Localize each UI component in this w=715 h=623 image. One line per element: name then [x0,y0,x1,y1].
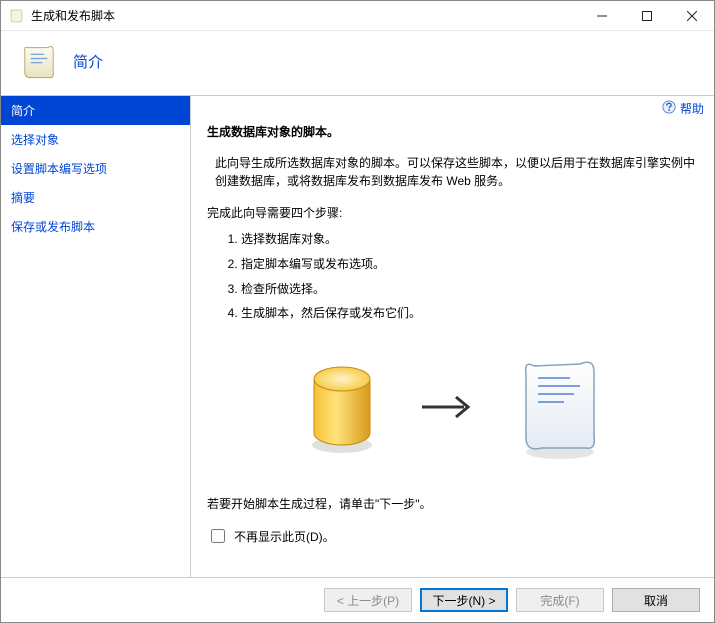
step-item: 指定脚本编写或发布选项。 [241,256,698,273]
wizard-header: 简介 [1,31,714,95]
intro-paragraph: 此向导生成所选数据库对象的脚本。可以保存这些脚本，以便以后用于在数据库引擎实例中… [215,154,698,190]
dont-show-again-input[interactable] [211,529,225,543]
database-icon [302,357,382,460]
minimize-button[interactable] [579,1,624,31]
cancel-button[interactable]: 取消 [612,588,700,612]
steps-heading: 完成此向导需要四个步骤: [207,204,698,221]
wizard-body: 简介 选择对象 设置脚本编写选项 摘要 保存或发布脚本 帮助 [1,95,714,577]
maximize-button[interactable] [624,1,669,31]
checkbox-label: 不再显示此页(D)。 [234,528,335,545]
step-item: 选择数据库对象。 [241,231,698,248]
step-item: 生成脚本，然后保存或发布它们。 [241,305,698,322]
step-item: 检查所做选择。 [241,281,698,298]
sidebar-item-set-options[interactable]: 设置脚本编写选项 [1,154,190,183]
wizard-steps-sidebar: 简介 选择对象 设置脚本编写选项 摘要 保存或发布脚本 [1,96,191,577]
title-bar: 生成和发布脚本 [1,1,714,31]
content-title: 生成数据库对象的脚本。 [207,123,698,140]
next-button[interactable]: 下一步(N) > [420,588,508,612]
window-title: 生成和发布脚本 [31,7,579,24]
help-link[interactable]: 帮助 [662,100,704,117]
button-bar: < 上一步(P) 下一步(N) > 完成(F) 取消 [1,577,714,622]
wizard-window: 生成和发布脚本 [0,0,715,623]
script-icon [19,41,59,81]
window-controls [579,1,714,31]
previous-button: < 上一步(P) [324,588,412,612]
sidebar-item-choose-objects[interactable]: 选择对象 [1,125,190,154]
steps-list: 选择数据库对象。 指定脚本编写或发布选项。 检查所做选择。 生成脚本，然后保存或… [223,231,698,322]
app-icon [9,8,25,24]
help-label: 帮助 [680,100,704,117]
sidebar-item-save-publish[interactable]: 保存或发布脚本 [1,212,190,241]
arrow-right-icon [418,392,478,425]
start-hint: 若要开始脚本生成过程，请单击"下一步"。 [207,495,698,512]
dont-show-again-checkbox[interactable]: 不再显示此页(D)。 [207,526,698,546]
script-doc-icon [514,352,604,465]
close-button[interactable] [669,1,714,31]
wizard-content: 帮助 生成数据库对象的脚本。 此向导生成所选数据库对象的脚本。可以保存这些脚本，… [191,96,714,577]
sidebar-item-intro[interactable]: 简介 [1,96,190,125]
illustration [207,352,698,465]
sidebar-item-summary[interactable]: 摘要 [1,183,190,212]
help-icon [662,100,676,117]
finish-button: 完成(F) [516,588,604,612]
page-heading: 简介 [73,51,103,72]
